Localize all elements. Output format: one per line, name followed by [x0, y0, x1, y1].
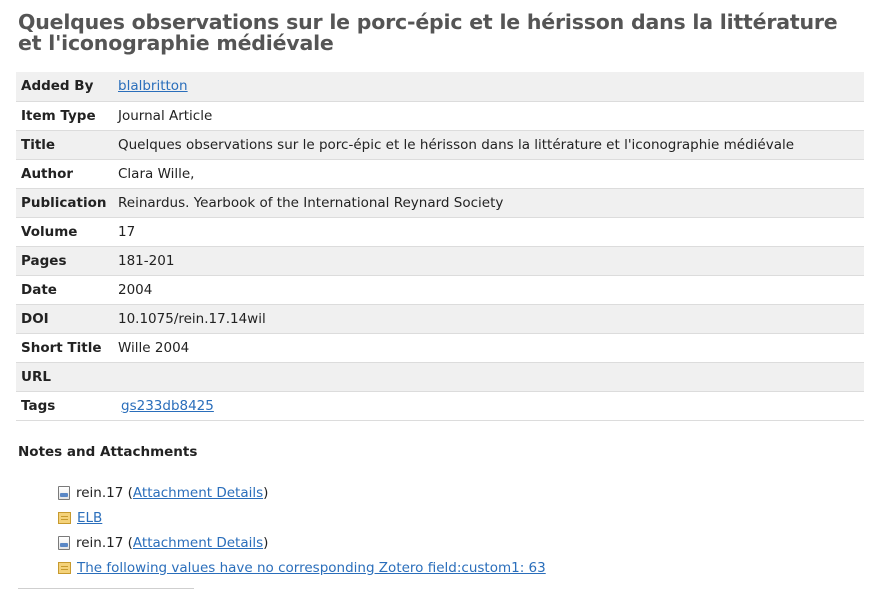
field-value: Journal Article [113, 101, 864, 131]
note-link[interactable]: ELB [77, 510, 102, 526]
field-label: Date [16, 275, 113, 305]
paren-close: ) [263, 534, 269, 551]
added-by-link[interactable]: blalbritton [118, 78, 188, 94]
list-item: ELB [58, 505, 546, 530]
field-row-author: Author Clara Wille, [16, 159, 864, 189]
field-label: DOI [16, 304, 113, 334]
divider [18, 588, 194, 589]
field-value [113, 362, 864, 392]
field-value: Reinardus. Yearbook of the International… [113, 188, 864, 218]
field-row-short-title: Short Title Wille 2004 [16, 333, 864, 363]
field-row-date: Date 2004 [16, 275, 864, 305]
page-title: Quelques observations sur le porc-épic e… [18, 10, 838, 55]
field-label: Author [16, 159, 113, 189]
field-label: Tags [16, 391, 113, 421]
note-icon [58, 511, 71, 524]
field-row-volume: Volume 17 [16, 217, 864, 247]
field-label: Added By [16, 72, 113, 102]
list-item: rein.17 (Attachment Details) [58, 530, 546, 555]
item-metadata-table: Added By blalbritton Item Type Journal A… [16, 72, 864, 421]
tag-link[interactable]: gs233db8425 [121, 398, 214, 414]
field-value: Clara Wille, [113, 159, 864, 189]
field-row-publication: Publication Reinardus. Yearbook of the I… [16, 188, 864, 218]
field-value: 10.1075/rein.17.14wil [113, 304, 864, 334]
list-item: rein.17 (Attachment Details) [58, 480, 546, 505]
field-label: Item Type [16, 101, 113, 131]
paren-open: ( [123, 484, 133, 501]
field-label: Title [16, 130, 113, 160]
field-row-added-by: Added By blalbritton [16, 72, 864, 102]
field-label: Pages [16, 246, 113, 276]
field-value: 2004 [113, 275, 864, 305]
list-item: The following values have no correspondi… [58, 555, 546, 580]
field-row-doi: DOI 10.1075/rein.17.14wil [16, 304, 864, 334]
field-row-tags: Tags gs233db8425 [16, 391, 864, 421]
file-icon [58, 535, 70, 550]
paren-close: ) [263, 484, 269, 501]
note-link[interactable]: The following values have no correspondi… [77, 560, 546, 576]
paren-open: ( [123, 534, 133, 551]
field-value: 181-201 [113, 246, 864, 276]
field-label: Short Title [16, 333, 113, 363]
field-value: Quelques observations sur le porc-épic e… [113, 130, 864, 160]
field-label: Volume [16, 217, 113, 247]
attachment-filename: rein.17 [76, 534, 124, 551]
field-value: 17 [113, 217, 864, 247]
note-icon [58, 561, 71, 574]
attachment-details-link[interactable]: Attachment Details [133, 485, 263, 501]
attachments-list: rein.17 (Attachment Details) ELB rein.17… [58, 480, 546, 580]
field-row-pages: Pages 181-201 [16, 246, 864, 276]
notes-heading: Notes and Attachments [18, 444, 198, 460]
field-label: URL [16, 362, 113, 392]
attachment-filename: rein.17 [76, 484, 124, 501]
file-icon [58, 485, 70, 500]
field-row-url: URL [16, 362, 864, 392]
field-value: Wille 2004 [113, 333, 864, 363]
field-row-item-type: Item Type Journal Article [16, 101, 864, 131]
attachment-details-link[interactable]: Attachment Details [133, 535, 263, 551]
field-row-title: Title Quelques observations sur le porc-… [16, 130, 864, 160]
field-label: Publication [16, 188, 113, 218]
